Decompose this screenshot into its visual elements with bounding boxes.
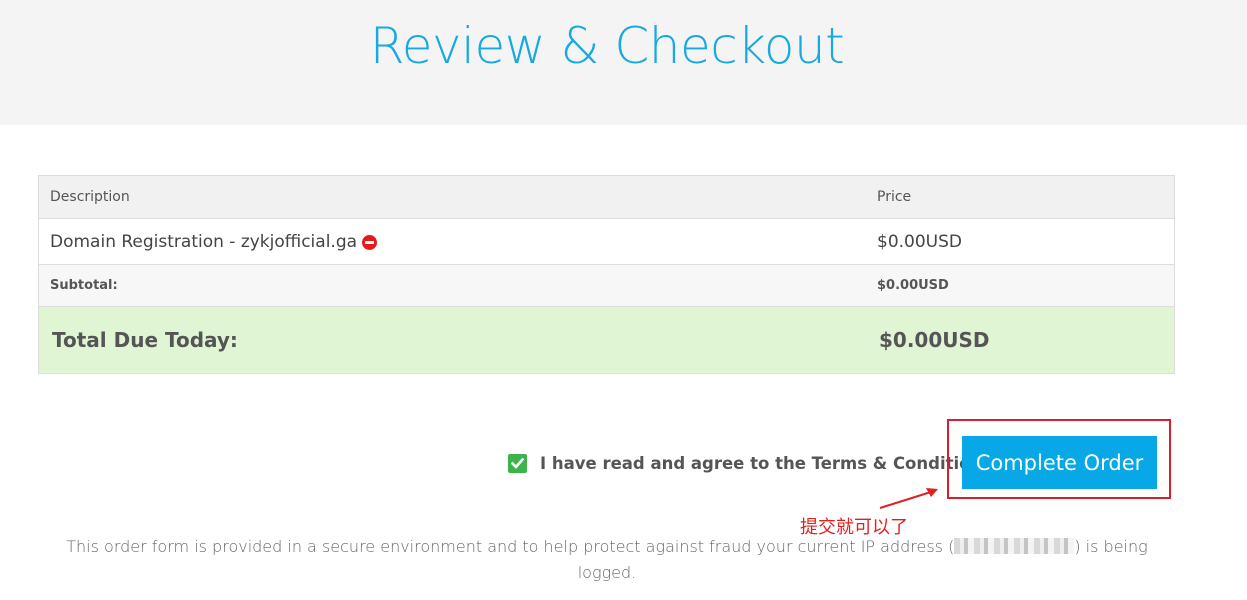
ip-address-redacted: [954, 537, 1075, 554]
subtotal-value: $0.00USD: [877, 278, 949, 293]
subtotal-label: Subtotal:: [50, 278, 118, 293]
table-header-row: Description Price: [39, 176, 1174, 218]
total-due-value: $0.00USD: [879, 328, 990, 352]
total-due-row: Total Due Today: $0.00USD: [39, 306, 1174, 373]
order-summary-table: Description Price Domain Registration - …: [38, 175, 1175, 374]
column-header-price: Price: [877, 189, 912, 205]
item-description: Domain Registration - zykjofficial.ga: [50, 231, 358, 252]
terms-label: I have read and agree to the Terms & Con…: [540, 454, 992, 473]
terms-checkbox[interactable]: [508, 453, 527, 473]
terms-text: I have read and agree to the: [540, 453, 812, 473]
checkmark-icon: [511, 457, 524, 469]
annotation-arrow-icon: [879, 488, 938, 509]
item-price: $0.00USD: [877, 231, 962, 252]
item-description-cell: Domain Registration - zykjofficial.ga: [39, 219, 865, 264]
complete-order-button[interactable]: Complete Order: [962, 436, 1157, 489]
column-header-description: Description: [50, 189, 130, 205]
table-row: Domain Registration - zykjofficial.ga $0…: [39, 218, 1174, 264]
total-due-label: Total Due Today:: [52, 328, 238, 352]
page-header: Review & Checkout: [0, 0, 1247, 125]
terms-agreement: I have read and agree to the Terms & Con…: [508, 450, 992, 476]
secure-environment-note: This order form is provided in a secure …: [60, 534, 1154, 586]
subtotal-row: Subtotal: $0.00USD: [39, 264, 1174, 306]
page-title: Review & Checkout: [369, 17, 845, 75]
secure-note-text-start: This order form is provided in a secure …: [66, 537, 955, 556]
remove-circle-icon[interactable]: [362, 235, 378, 250]
